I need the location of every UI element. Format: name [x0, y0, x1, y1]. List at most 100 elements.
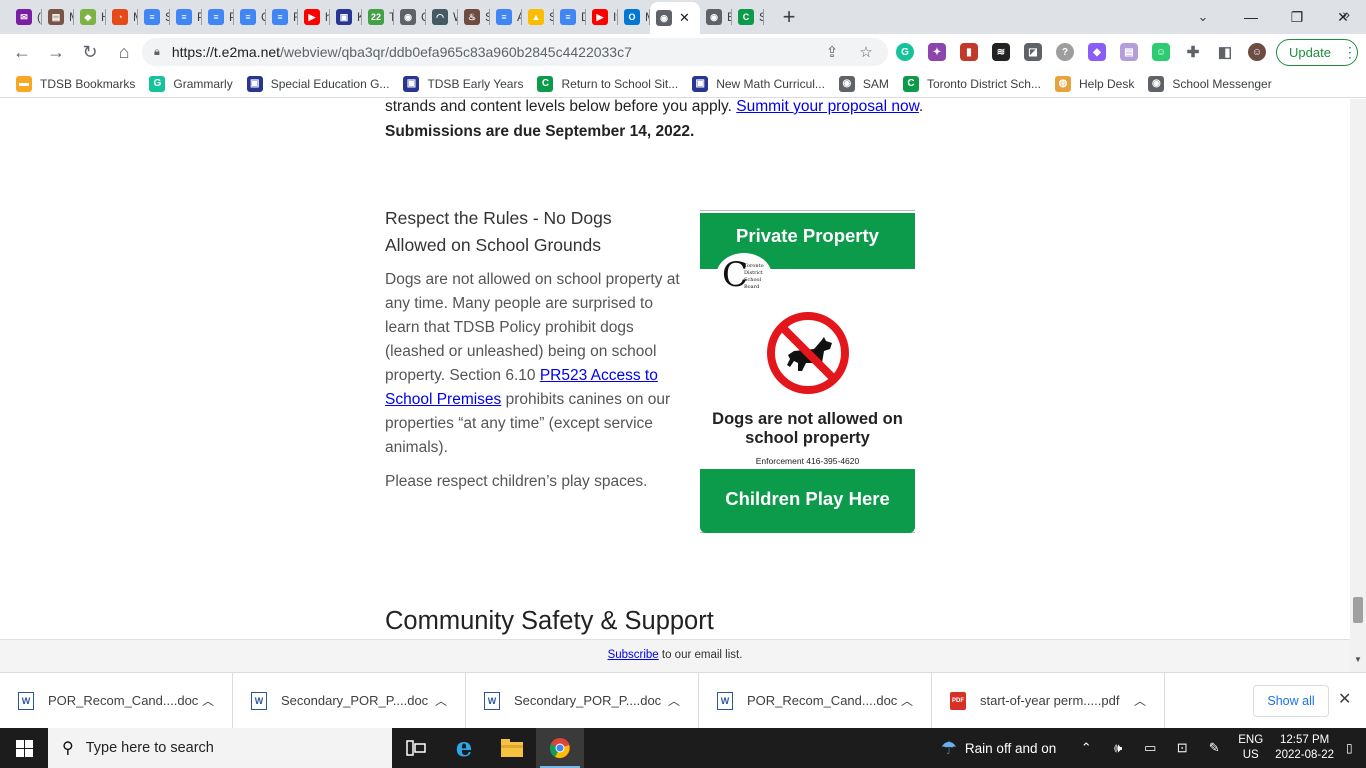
browser-tab[interactable]: ◉ C — [394, 0, 426, 34]
start-button[interactable] — [0, 728, 48, 768]
network-icon[interactable]: ⊡ — [1170, 740, 1194, 756]
browser-tab[interactable]: ≡ P — [170, 0, 202, 34]
bookmark-star-icon[interactable]: ☆ — [856, 42, 876, 62]
bookmark-item[interactable]: C Return to School Sit... — [537, 75, 678, 92]
language-indicator[interactable]: ENG US — [1238, 733, 1263, 763]
taskbar-search-box[interactable]: ⚲ Type here to search — [48, 728, 392, 768]
bookmark-item[interactable]: ◍ Help Desk — [1054, 75, 1134, 92]
clock[interactable]: 12:57 PM 2022-08-22 — [1275, 733, 1334, 763]
reload-button[interactable]: ↻ — [74, 36, 106, 68]
tab-title: S — [759, 10, 764, 24]
bookmark-favicon-icon: ◉ — [838, 75, 855, 92]
browser-tab[interactable]: OM — [618, 0, 650, 34]
bookmark-item[interactable]: ▣ TDSB Early Years — [403, 75, 523, 92]
forward-button[interactable]: → — [40, 36, 72, 68]
menu-kebab-icon[interactable]: ⋮ — [1343, 44, 1357, 61]
download-options-chevron-icon[interactable]: ︿ — [435, 692, 447, 709]
subscribe-link[interactable]: Subscribe — [608, 649, 659, 661]
download-options-chevron-icon[interactable]: ︿ — [1134, 692, 1146, 709]
share-icon[interactable]: ⇪ — [822, 42, 842, 62]
browser-tab[interactable]: ▶It — [586, 0, 618, 34]
browser-tab[interactable]: ≡ D — [554, 0, 586, 34]
word-document-icon: W — [18, 691, 34, 710]
browser-tab[interactable]: ✉(1 — [10, 0, 42, 34]
download-item[interactable]: PDF start-of-year perm.....pdf ︿ — [932, 672, 1165, 729]
purple-extension-icon[interactable]: ◆ — [1088, 43, 1106, 61]
side-panel-icon[interactable]: ◧ — [1216, 43, 1234, 61]
browser-tab[interactable]: ▲ S — [522, 0, 554, 34]
tab-favicon-icon: ≡ — [496, 9, 512, 25]
browser-tab[interactable]: ≡ R — [266, 0, 298, 34]
scroll-down-arrow-icon[interactable]: ▼ — [1354, 655, 1362, 664]
browser-tab[interactable]: ≡ P — [202, 0, 234, 34]
close-tab-icon[interactable]: ✕ — [679, 10, 690, 26]
home-button[interactable]: ⌂ — [108, 36, 140, 68]
new-tab-button[interactable]: + — [772, 0, 806, 34]
profile-avatar[interactable]: ☺ — [1248, 43, 1266, 61]
help-extension-icon[interactable]: ? — [1056, 43, 1074, 61]
close-download-shelf-icon[interactable]: ✕ — [1338, 689, 1351, 709]
address-bar[interactable]: 🔒︎ https://t.e2ma.net/webview/qba3qr/ddb… — [142, 38, 888, 66]
download-item[interactable]: W Secondary_POR_P....doc ︿ — [466, 672, 699, 729]
internet-explorer-icon[interactable]: e — [440, 728, 488, 768]
green-extension-icon[interactable]: ☺ — [1152, 43, 1170, 61]
download-options-chevron-icon[interactable]: ︿ — [202, 692, 214, 709]
pen-icon[interactable]: ✎ — [1202, 740, 1226, 756]
book-extension-icon[interactable]: ▮ — [960, 43, 978, 61]
task-view-icon[interactable] — [392, 728, 440, 768]
bookmarks-overflow-icon[interactable]: » — [1342, 6, 1350, 22]
browser-tab[interactable]: ◉ E — [700, 0, 732, 34]
download-item[interactable]: W Secondary_POR_P....doc ︿ — [233, 672, 466, 729]
bookmark-favicon-icon: ▣ — [692, 75, 709, 92]
page-scrollbar[interactable]: ▼ — [1350, 99, 1366, 672]
minimize-button[interactable]: — — [1228, 0, 1274, 34]
browser-tab[interactable]: ≡ A — [490, 0, 522, 34]
browser-tab[interactable]: ▣ K — [330, 0, 362, 34]
extensions-puzzle-icon[interactable]: ✚ — [1184, 43, 1202, 61]
bookmark-item[interactable]: ▣ New Math Curricul... — [692, 75, 825, 92]
grammarly-extension-icon[interactable]: G — [896, 43, 914, 61]
bookmark-favicon-icon: ◉ — [1148, 75, 1165, 92]
bookmark-item[interactable]: ▣ Special Education G... — [246, 75, 389, 92]
url-text[interactable]: https://t.e2ma.net/webview/qba3qr/ddb0ef… — [172, 44, 632, 60]
bookmark-item[interactable]: C Toronto District Sch... — [902, 75, 1041, 92]
browser-tab[interactable]: ◠W — [426, 0, 458, 34]
screen-extension-icon[interactable]: ▤ — [1120, 43, 1138, 61]
maximize-button[interactable]: ❐ — [1274, 0, 1320, 34]
browser-tab[interactable]: ◉ ✕ — [650, 2, 700, 34]
bookmark-item[interactable]: ◉ School Messenger — [1148, 75, 1272, 92]
back-button[interactable]: ← — [6, 36, 38, 68]
show-all-downloads-button[interactable]: Show all — [1253, 685, 1329, 717]
browser-tab[interactable]: ◔M — [106, 0, 138, 34]
puzzle-tw-extension-icon[interactable]: ✦ — [928, 43, 946, 61]
download-options-chevron-icon[interactable]: ︿ — [668, 692, 680, 709]
browser-tab[interactable]: ◆ H — [74, 0, 106, 34]
browser-tab[interactable]: ≡ S — [138, 0, 170, 34]
browser-tab[interactable]: ≡ C — [234, 0, 266, 34]
browser-tab[interactable]: ♨ S — [458, 0, 490, 34]
download-options-chevron-icon[interactable]: ︿ — [901, 692, 913, 709]
capture-extension-icon[interactable]: ◪ — [1024, 43, 1042, 61]
browser-tab[interactable]: ▤M — [42, 0, 74, 34]
weather-widget[interactable]: ☂ Rain off and on — [941, 738, 1056, 759]
volume-icon[interactable]: 🕪︎ — [1106, 740, 1130, 756]
battery-icon[interactable]: ▭ — [1138, 740, 1162, 756]
notification-icon[interactable]: ▯ — [1346, 741, 1362, 755]
scrollbar-thumb[interactable] — [1353, 597, 1363, 623]
tab-search-chevron-icon[interactable]: ⌄ — [1188, 0, 1218, 34]
browser-tab[interactable]: ▶ h — [298, 0, 330, 34]
chrome-taskbar-icon[interactable] — [536, 728, 584, 768]
file-explorer-icon[interactable] — [488, 728, 536, 768]
download-item[interactable]: W POR_Recom_Cand....doc ︿ — [0, 672, 233, 729]
mask-extension-icon[interactable]: ≋ — [992, 43, 1010, 61]
lock-icon[interactable]: 🔒︎ — [154, 46, 160, 59]
bookmark-item[interactable]: ◉ SAM — [838, 75, 889, 92]
bookmark-item[interactable]: G Grammarly — [149, 75, 233, 92]
download-item[interactable]: W POR_Recom_Cand....doc ︿ — [699, 672, 932, 729]
update-button[interactable]: Update ⋮ — [1276, 39, 1358, 66]
submit-proposal-link[interactable]: Summit your proposal now — [736, 99, 919, 115]
bookmark-item[interactable]: ▬ TDSB Bookmarks — [16, 75, 135, 92]
browser-tab[interactable]: 22 T — [362, 0, 394, 34]
browser-tab[interactable]: CS — [732, 0, 764, 34]
show-hidden-icons-chevron-icon[interactable]: ⌃ — [1074, 740, 1098, 756]
